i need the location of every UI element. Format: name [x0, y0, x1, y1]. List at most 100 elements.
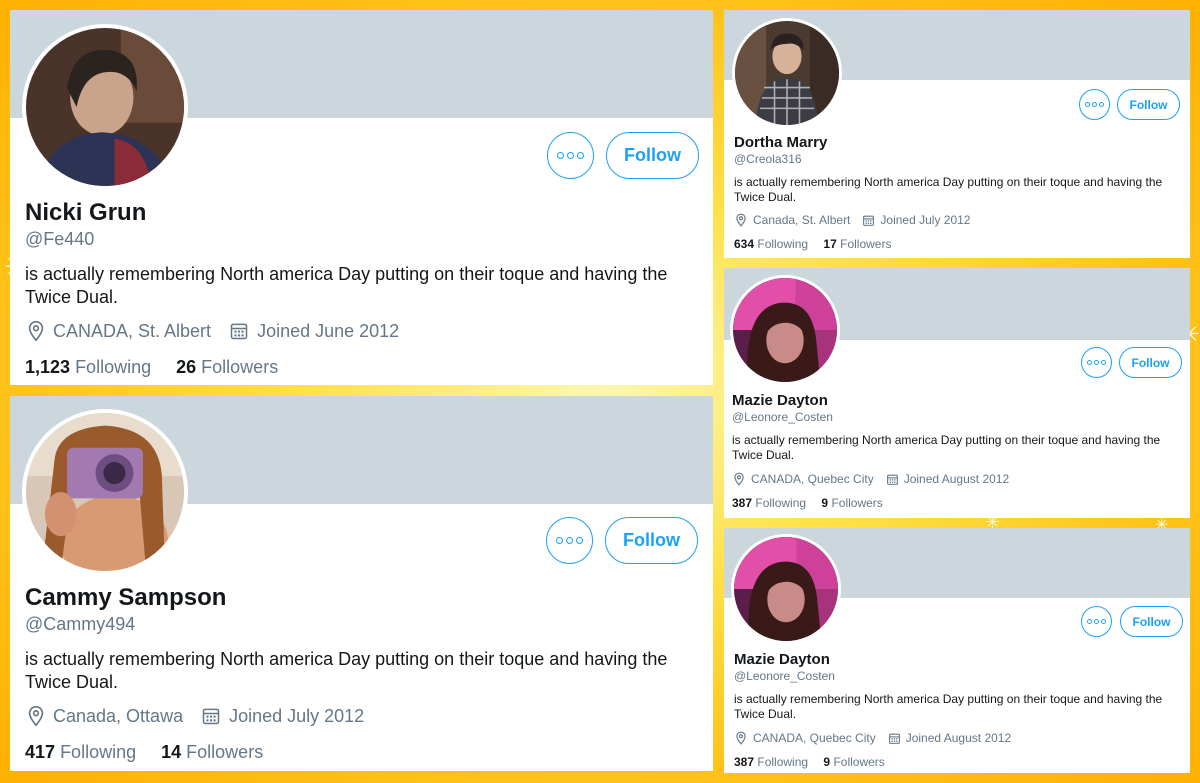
- followers-count: 17: [823, 237, 837, 251]
- avatar[interactable]: [22, 409, 188, 575]
- profile-stats: 387 Following 9 Followers: [732, 496, 883, 510]
- avatar[interactable]: [731, 534, 841, 644]
- more-options-button[interactable]: [1079, 89, 1110, 120]
- profile-joined: Joined June 2012: [257, 320, 400, 341]
- follow-button[interactable]: Follow: [1120, 606, 1183, 637]
- avatar[interactable]: [730, 275, 840, 385]
- profile-location: CANADA, St. Albert: [53, 320, 212, 341]
- profile-meta: Canada, St. Albert Joined July 2012: [734, 213, 970, 227]
- location-pin-icon: [732, 472, 746, 486]
- follow-button[interactable]: Follow: [606, 132, 699, 179]
- profile-joined: Joined August 2012: [905, 731, 1012, 745]
- profile-handle: @Fe440: [25, 229, 95, 249]
- following-label: Following: [755, 496, 807, 510]
- followers-label: Followers: [831, 496, 883, 510]
- profile-handle: @Leonore_Costen: [734, 669, 835, 683]
- profile-bio: is actually remembering North america Da…: [25, 649, 668, 692]
- profile-card: Follow Nicki Grun @Fe440 is actually rem…: [10, 10, 713, 385]
- profile-stats: 1,123 Following 26 Followers: [25, 357, 278, 378]
- profile-stats: 387 Following 9 Followers: [734, 755, 885, 769]
- followers-count: 9: [821, 496, 829, 510]
- profile-handle: @Leonore_Costen: [732, 410, 833, 424]
- following-link[interactable]: 387 Following: [732, 496, 806, 510]
- calendar-icon: [201, 706, 221, 726]
- more-options-button[interactable]: [546, 517, 593, 564]
- profile-stats: 417 Following 14 Followers: [25, 742, 263, 763]
- following-label: Following: [757, 237, 809, 251]
- profile-card: Follow Mazie Dayton @Leonore_Costen is a…: [724, 528, 1190, 773]
- profile-card: Follow Mazie Dayton @Leonore_Costen is a…: [724, 268, 1190, 518]
- following-link[interactable]: 1,123 Following: [25, 357, 151, 377]
- profile-handle: @Cammy494: [25, 614, 136, 634]
- profile-name: Nicki Grun: [25, 199, 147, 226]
- followers-link[interactable]: 14 Followers: [161, 742, 263, 762]
- profile-name: Dortha Marry: [734, 134, 828, 151]
- profile-name: Cammy Sampson: [25, 584, 227, 611]
- location-pin-icon: [25, 320, 47, 342]
- following-label: Following: [75, 357, 152, 377]
- calendar-icon: [886, 473, 899, 486]
- following-link[interactable]: 417 Following: [25, 742, 136, 762]
- more-options-icon: [556, 537, 583, 544]
- profile-location: Canada, St. Albert: [753, 213, 851, 227]
- profile-bio: is actually remembering North america Da…: [734, 692, 1163, 721]
- profile-location: CANADA, Quebec City: [751, 472, 874, 486]
- followers-label: Followers: [186, 742, 264, 762]
- followers-link[interactable]: 26 Followers: [176, 357, 278, 377]
- follow-button[interactable]: Follow: [605, 517, 698, 564]
- profile-bio: is actually remembering North america Da…: [734, 175, 1163, 204]
- more-options-icon: [557, 152, 584, 159]
- following-count: 387: [734, 755, 755, 769]
- followers-label: Followers: [840, 237, 892, 251]
- follow-button[interactable]: Follow: [1117, 89, 1180, 120]
- following-label: Following: [60, 742, 137, 762]
- calendar-icon: [229, 321, 249, 341]
- avatar[interactable]: [22, 24, 188, 190]
- profile-name: Mazie Dayton: [734, 651, 830, 668]
- followers-count: 26: [176, 357, 197, 377]
- followers-link[interactable]: 9 Followers: [821, 496, 882, 510]
- following-count: 634: [734, 237, 755, 251]
- followers-count: 14: [161, 742, 182, 762]
- following-link[interactable]: 634 Following: [734, 237, 808, 251]
- location-pin-icon: [734, 213, 748, 227]
- profile-joined: Joined July 2012: [229, 705, 365, 726]
- profile-name: Mazie Dayton: [732, 392, 828, 409]
- profile-joined: Joined August 2012: [903, 472, 1010, 486]
- profile-meta: Canada, Ottawa Joined July 2012: [25, 705, 364, 727]
- more-options-icon: [1085, 102, 1104, 107]
- followers-label: Followers: [833, 755, 885, 769]
- profile-stats: 634 Following 17 Followers: [734, 237, 891, 251]
- following-link[interactable]: 387 Following: [734, 755, 808, 769]
- location-pin-icon: [734, 731, 748, 745]
- calendar-icon: [862, 214, 875, 227]
- profile-meta: CANADA, Quebec City Joined August 2012: [734, 731, 1011, 745]
- profile-meta: CANADA, St. Albert Joined June 2012: [25, 320, 399, 342]
- profile-bio: is actually remembering North america Da…: [25, 264, 668, 307]
- profile-location: CANADA, Quebec City: [753, 731, 876, 745]
- following-count: 1,123: [25, 357, 71, 377]
- followers-count: 9: [823, 755, 831, 769]
- profile-card: Follow Cammy Sampson @Cammy494 is actual…: [10, 396, 713, 771]
- profile-card: Follow Dortha Marry @Creola316 is actual…: [724, 10, 1190, 258]
- followers-link[interactable]: 17 Followers: [823, 237, 891, 251]
- avatar[interactable]: [732, 18, 842, 128]
- followers-label: Followers: [201, 357, 279, 377]
- calendar-icon: [888, 732, 901, 745]
- more-options-icon: [1087, 619, 1106, 624]
- profile-joined: Joined July 2012: [880, 213, 971, 227]
- following-label: Following: [757, 755, 809, 769]
- profile-meta: CANADA, Quebec City Joined August 2012: [732, 472, 1009, 486]
- following-count: 387: [732, 496, 753, 510]
- following-count: 417: [25, 742, 56, 762]
- followers-link[interactable]: 9 Followers: [823, 755, 884, 769]
- location-pin-icon: [25, 705, 47, 727]
- more-options-icon: [1087, 360, 1106, 365]
- more-options-button[interactable]: [1081, 347, 1112, 378]
- profile-handle: @Creola316: [734, 152, 802, 166]
- profile-bio: is actually remembering North america Da…: [732, 433, 1161, 462]
- follow-button[interactable]: Follow: [1119, 347, 1182, 378]
- more-options-button[interactable]: [1081, 606, 1112, 637]
- profile-location: Canada, Ottawa: [53, 705, 184, 726]
- more-options-button[interactable]: [547, 132, 594, 179]
